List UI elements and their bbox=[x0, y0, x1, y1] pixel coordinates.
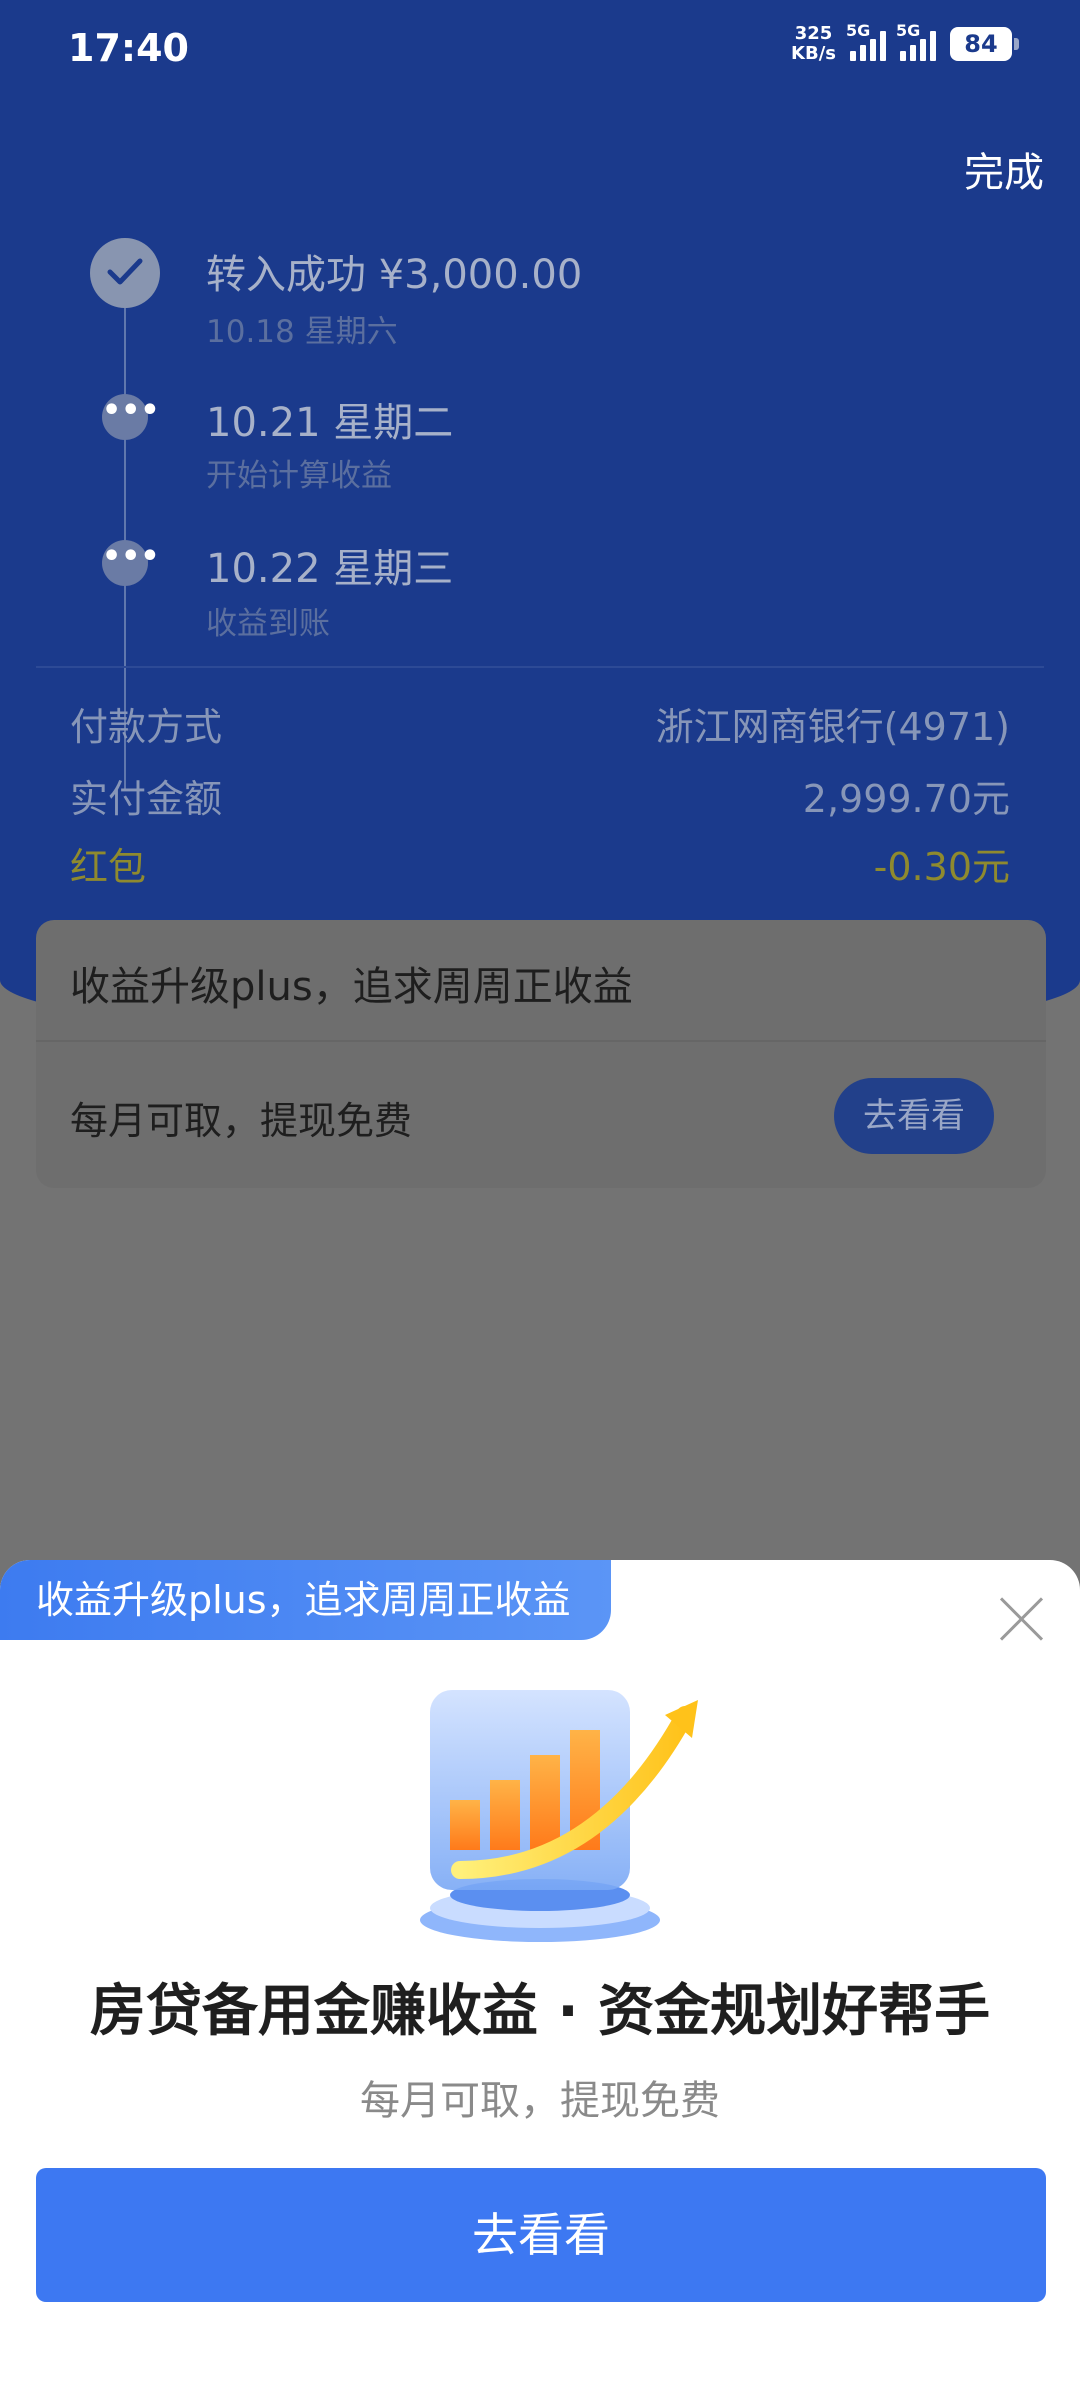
network-speed-value: 325 bbox=[794, 23, 833, 44]
signal-icon: 5G bbox=[846, 21, 886, 61]
signal-icon: 5G bbox=[896, 21, 936, 61]
step-title: 10.22 星期三 bbox=[206, 546, 454, 592]
red-packet-row: 红包 -0.30元 bbox=[70, 836, 1010, 891]
signal-label: 5G bbox=[846, 21, 871, 40]
divider bbox=[36, 666, 1044, 668]
growth-chart-icon bbox=[400, 1670, 740, 1950]
step-date: 10.18 星期六 bbox=[206, 314, 398, 350]
promo-bottom-sheet: 收益升级plus，追求周周正收益 房贷备用金赚收益 · 资金规划好帮手 每月可取… bbox=[0, 1560, 1080, 2400]
close-icon[interactable] bbox=[998, 1596, 1044, 1642]
done-button[interactable]: 完成 bbox=[964, 140, 1044, 198]
status-bar: 17:40 325 KB/s 5G 5G 84 bbox=[0, 0, 1080, 100]
network-speed: 325 KB/s bbox=[791, 24, 836, 64]
promo-view-button[interactable]: 去看看 bbox=[834, 1078, 994, 1154]
paid-amount-row: 实付金额 2,999.70元 bbox=[70, 768, 1010, 823]
payment-method-value: 浙江网商银行(4971) bbox=[655, 705, 1010, 749]
promo-card-title: 收益升级plus，追求周周正收益 bbox=[70, 964, 633, 1010]
promo-card: 收益升级plus，追求周周正收益 每月可取，提现免费 去看看 bbox=[36, 920, 1046, 1188]
step-title: 10.21 星期二 bbox=[206, 400, 454, 446]
status-time: 17:40 bbox=[68, 26, 189, 70]
payment-method-row: 付款方式 浙江网商银行(4971) bbox=[70, 696, 1010, 751]
sheet-title: 房贷备用金赚收益 · 资金规划好帮手 bbox=[89, 1979, 991, 2044]
network-speed-unit: KB/s bbox=[791, 43, 836, 64]
red-packet-value: -0.30元 bbox=[873, 845, 1010, 889]
promo-card-subtitle: 每月可取，提现免费 bbox=[70, 1099, 413, 1143]
check-icon bbox=[90, 238, 160, 308]
divider bbox=[36, 1040, 1046, 1042]
view-button[interactable]: 去看看 bbox=[36, 2168, 1046, 2302]
paid-amount-label: 实付金额 bbox=[70, 777, 223, 821]
status-icons: 325 KB/s 5G 5G 84 bbox=[791, 21, 1019, 64]
red-packet-label: 红包 bbox=[70, 845, 147, 889]
more-dots-icon: ••• bbox=[102, 540, 160, 586]
battery-icon: 84 bbox=[950, 27, 1019, 61]
step-title: 转入成功 ¥3,000.00 bbox=[206, 252, 583, 298]
step-description: 收益到账 bbox=[206, 606, 330, 642]
signal-label: 5G bbox=[896, 21, 921, 40]
step-description: 开始计算收益 bbox=[206, 458, 392, 494]
payment-method-label: 付款方式 bbox=[70, 705, 223, 749]
more-dots-icon: ••• bbox=[102, 394, 160, 440]
sheet-subtitle: 每月可取，提现免费 bbox=[360, 2078, 720, 2124]
sheet-tag: 收益升级plus，追求周周正收益 bbox=[0, 1560, 611, 1640]
paid-amount-value: 2,999.70元 bbox=[802, 777, 1010, 821]
